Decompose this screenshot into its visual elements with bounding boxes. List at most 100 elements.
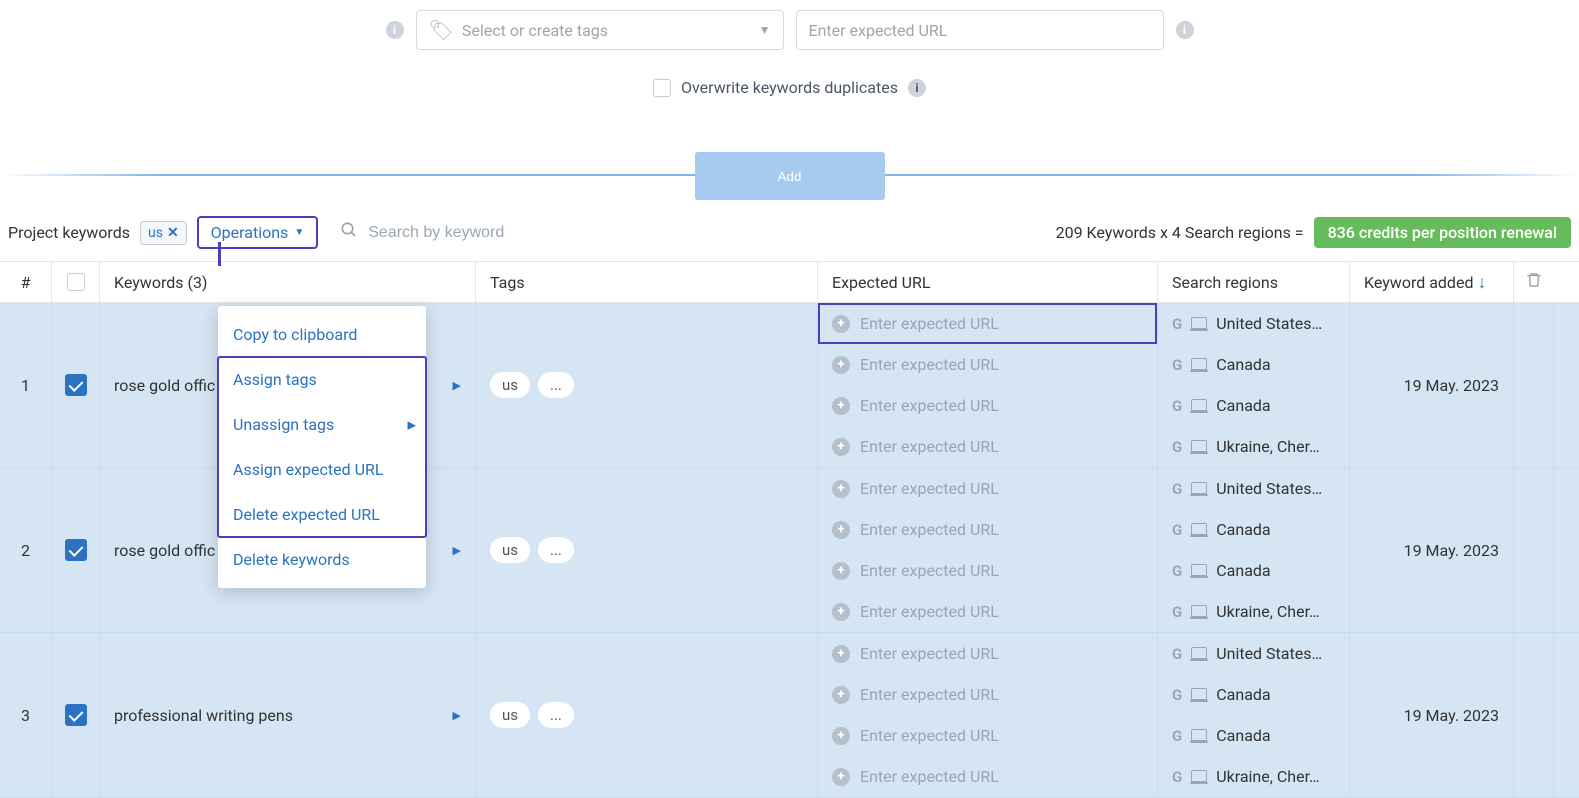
plus-icon: + — [832, 645, 850, 663]
row-checkbox[interactable] — [65, 374, 87, 396]
row-checkbox[interactable] — [65, 539, 87, 561]
dropdown-item-delete-url[interactable]: Delete expected URL — [218, 492, 426, 537]
region-text: Ukraine, Cher… — [1216, 437, 1320, 456]
date-added: 19 May. 2023 — [1350, 633, 1514, 797]
info-icon[interactable]: i — [1176, 21, 1194, 39]
search-input[interactable] — [368, 224, 628, 242]
tag-pill[interactable]: us — [490, 537, 530, 563]
column-header-tags[interactable]: Tags — [476, 262, 818, 302]
chevron-down-icon: ▼ — [294, 227, 304, 238]
table-row: 3professional writing pens▶us...+Enter e… — [0, 633, 1579, 798]
trash-icon[interactable] — [1525, 271, 1543, 293]
operations-button[interactable]: Operations ▼ — [197, 216, 319, 249]
tag-pill[interactable]: ... — [538, 537, 574, 563]
row-number: 2 — [0, 468, 52, 632]
region-text: Ukraine, Cher… — [1216, 767, 1320, 786]
column-header-keywords[interactable]: Keywords (3) — [100, 262, 476, 302]
expected-url-input-row[interactable]: +Enter expected URL — [818, 426, 1157, 467]
region-cell: GCanada — [1158, 385, 1349, 426]
dropdown-item-label: Unassign tags — [233, 415, 334, 434]
url-placeholder-text: Enter expected URL — [860, 479, 999, 498]
chevron-right-icon[interactable]: ▶ — [453, 379, 461, 392]
google-icon: G — [1172, 438, 1182, 456]
plus-icon: + — [832, 727, 850, 745]
expected-url-input-row[interactable]: +Enter expected URL — [818, 591, 1157, 632]
expected-url-input-row[interactable]: + Enter expected URL — [818, 715, 1157, 756]
filter-chip-us[interactable]: us ✕ — [140, 221, 187, 245]
expected-url-input[interactable]: Enter expected URL — [796, 10, 1164, 50]
plus-icon: + — [832, 686, 850, 704]
column-header-keyword-added[interactable]: Keyword added ↓ — [1350, 262, 1514, 302]
url-placeholder-text: Enter expected URL — [860, 685, 999, 704]
tags-select[interactable]: 🏷 Select or create tags ▼ — [416, 10, 784, 50]
expected-url-input-row[interactable]: +Enter expected URL — [818, 509, 1157, 550]
sort-desc-icon: ↓ — [1477, 272, 1486, 293]
url-placeholder-text: Enter expected URL — [860, 726, 999, 745]
tag-pill[interactable]: us — [490, 372, 530, 398]
region-text: Canada — [1216, 561, 1270, 580]
google-icon: G — [1172, 645, 1182, 663]
region-text: Canada — [1216, 355, 1270, 374]
google-icon: G — [1172, 562, 1182, 580]
plus-icon: + — [832, 521, 850, 539]
chevron-right-icon[interactable]: ▶ — [453, 544, 461, 557]
desktop-icon — [1190, 770, 1208, 784]
highlight-connector — [218, 242, 221, 266]
plus-icon: + — [832, 356, 850, 374]
desktop-icon — [1190, 688, 1208, 702]
overwrite-checkbox[interactable] — [653, 79, 671, 97]
dropdown-item-unassign-tags[interactable]: Unassign tags ▶ — [218, 402, 426, 447]
region-cell: G United States… — [1158, 633, 1349, 674]
plus-icon: + — [832, 768, 850, 786]
expected-url-input-row[interactable]: +Enter expected URL — [818, 468, 1157, 509]
region-text: United States… — [1216, 479, 1322, 498]
region-cell: GCanada — [1158, 509, 1349, 550]
column-header-keyword-added-label: Keyword added — [1364, 273, 1473, 292]
desktop-icon — [1190, 358, 1208, 372]
url-placeholder-text: Enter expected URL — [860, 644, 999, 663]
region-text: Ukraine, Cher… — [1216, 602, 1320, 621]
keyword-text: professional writing pens — [114, 706, 293, 725]
expected-url-input-row[interactable]: + Enter expected URL — [818, 633, 1157, 674]
tag-pill[interactable]: us — [490, 702, 530, 728]
plus-icon: + — [832, 315, 850, 333]
google-icon: G — [1172, 768, 1182, 786]
tags-placeholder: Select or create tags — [462, 21, 608, 40]
url-placeholder: Enter expected URL — [809, 21, 948, 40]
overwrite-label: Overwrite keywords duplicates — [681, 78, 898, 97]
region-text: United States… — [1216, 644, 1322, 663]
table-header: # Keywords (3) Tags Expected URL Search … — [0, 261, 1579, 303]
dropdown-item-assign-tags[interactable]: Assign tags — [218, 357, 426, 402]
chevron-right-icon[interactable]: ▶ — [453, 709, 461, 722]
dropdown-item-assign-url[interactable]: Assign expected URL — [218, 447, 426, 492]
row-checkbox[interactable] — [65, 704, 87, 726]
info-icon[interactable]: i — [386, 21, 404, 39]
row-number: 1 — [0, 303, 52, 467]
desktop-icon — [1190, 729, 1208, 743]
expected-url-input-row[interactable]: +Enter expected URL — [818, 385, 1157, 426]
column-header-search-regions[interactable]: Search regions — [1158, 262, 1350, 302]
url-placeholder-text: Enter expected URL — [860, 561, 999, 580]
dropdown-item-copy[interactable]: Copy to clipboard — [218, 312, 426, 357]
info-icon[interactable]: i — [908, 79, 926, 97]
column-header-number: # — [0, 262, 52, 302]
project-keywords-label: Project keywords — [8, 223, 130, 242]
close-icon[interactable]: ✕ — [167, 225, 179, 241]
add-button[interactable]: Add — [695, 152, 885, 200]
column-header-expected-url[interactable]: Expected URL — [818, 262, 1158, 302]
row-trash-cell — [1514, 303, 1554, 467]
row-trash-cell — [1514, 633, 1554, 797]
expected-url-input-row[interactable]: + Enter expected URL — [818, 674, 1157, 715]
expected-url-input-row[interactable]: +Enter expected URL — [818, 550, 1157, 591]
tag-pill[interactable]: ... — [538, 702, 574, 728]
tag-pill[interactable]: ... — [538, 372, 574, 398]
keyword-text: rose gold offic — [114, 541, 215, 560]
desktop-icon — [1190, 482, 1208, 496]
select-all-checkbox[interactable] — [67, 273, 85, 291]
plus-icon: + — [832, 397, 850, 415]
expected-url-input-row[interactable]: +Enter expected URL — [818, 344, 1157, 385]
region-cell: GUnited States… — [1158, 468, 1349, 509]
expected-url-input-row[interactable]: +Enter expected URL — [818, 303, 1157, 344]
dropdown-item-delete-keywords[interactable]: Delete keywords — [218, 537, 426, 582]
chevron-right-icon: ▶ — [408, 418, 416, 431]
